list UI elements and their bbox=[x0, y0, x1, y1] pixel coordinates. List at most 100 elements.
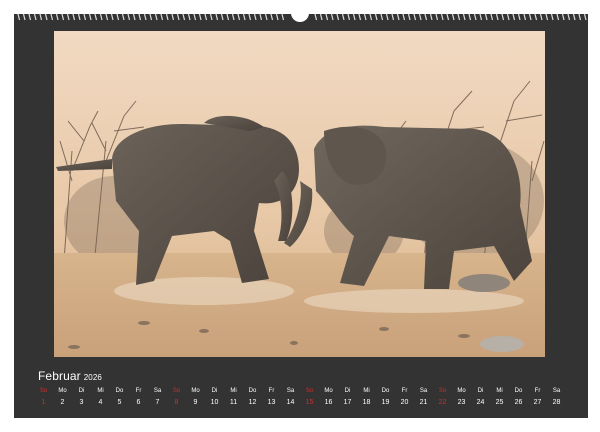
day-number: 12 bbox=[248, 399, 257, 406]
weekday-label: Mo bbox=[324, 388, 333, 394]
weekday-label: So bbox=[305, 388, 314, 394]
weekday-label: Fr bbox=[268, 388, 275, 394]
binding-loop bbox=[17, 14, 21, 21]
binding-loop bbox=[490, 14, 494, 21]
binding-loop bbox=[88, 14, 92, 21]
day-number: 19 bbox=[381, 399, 390, 406]
weekday-label: Mi bbox=[496, 388, 503, 394]
binding-loop bbox=[61, 14, 65, 21]
weekday-label: Mi bbox=[363, 388, 370, 394]
binding-loop bbox=[33, 14, 37, 21]
binding-loop bbox=[193, 14, 197, 21]
day-number: 4 bbox=[98, 399, 103, 406]
weekday-label: Mo bbox=[191, 388, 200, 394]
day-number: 20 bbox=[400, 399, 409, 406]
weekday-label: Fr bbox=[135, 388, 142, 394]
binding-loop bbox=[352, 14, 356, 21]
month-name: Februar bbox=[38, 369, 81, 383]
binding-loop bbox=[506, 14, 510, 21]
binding-loop bbox=[501, 14, 505, 21]
weekday-label: Fr bbox=[534, 388, 541, 394]
binding-loop bbox=[495, 14, 499, 21]
day-number: 14 bbox=[286, 399, 295, 406]
weekday-label: Mi bbox=[97, 388, 104, 394]
weekday-label: Do bbox=[248, 388, 257, 394]
day-number: 18 bbox=[362, 399, 371, 406]
weekday-label: So bbox=[172, 388, 181, 394]
binding-loop bbox=[83, 14, 87, 21]
binding-loop bbox=[369, 14, 373, 21]
binding-loop bbox=[440, 14, 444, 21]
day-number: 9 bbox=[193, 399, 198, 406]
binding-loop bbox=[264, 14, 268, 21]
weekday-label: Do bbox=[514, 388, 523, 394]
day-number: 11 bbox=[229, 399, 238, 406]
binding-loop bbox=[138, 14, 142, 21]
binding-loop bbox=[226, 14, 230, 21]
day-number: 25 bbox=[495, 399, 504, 406]
weekday-label: Di bbox=[78, 388, 85, 394]
weekday-label: Sa bbox=[286, 388, 295, 394]
binding-loop bbox=[556, 14, 560, 21]
binding-loop bbox=[484, 14, 488, 21]
weekday-label: Di bbox=[344, 388, 351, 394]
binding-loop bbox=[336, 14, 340, 21]
day-number: 27 bbox=[533, 399, 542, 406]
day-number: 6 bbox=[136, 399, 141, 406]
binding-loop bbox=[215, 14, 219, 21]
binding-loop bbox=[578, 14, 582, 21]
binding-loop bbox=[116, 14, 120, 21]
weekday-label: Di bbox=[211, 388, 218, 394]
binding-loop bbox=[567, 14, 571, 21]
binding-loop bbox=[407, 14, 411, 21]
weekday-label: Fr bbox=[401, 388, 408, 394]
binding-loop bbox=[66, 14, 70, 21]
binding-loop bbox=[253, 14, 257, 21]
day-number: 5 bbox=[117, 399, 122, 406]
binding-loop bbox=[391, 14, 395, 21]
weekday-label: So bbox=[39, 388, 48, 394]
binding-loop bbox=[528, 14, 532, 21]
day-number: 7 bbox=[155, 399, 160, 406]
binding-loop bbox=[374, 14, 378, 21]
binding-loop bbox=[110, 14, 114, 21]
year-label: 2026 bbox=[83, 373, 102, 382]
day-number: 17 bbox=[343, 399, 352, 406]
binding-loop bbox=[55, 14, 59, 21]
binding-loop bbox=[358, 14, 362, 21]
binding-loop bbox=[281, 14, 285, 21]
binding-loop bbox=[512, 14, 516, 21]
binding-loop bbox=[539, 14, 543, 21]
binding-loop bbox=[160, 14, 164, 21]
weekday-label: Do bbox=[381, 388, 390, 394]
binding-loop bbox=[402, 14, 406, 21]
binding-loop bbox=[50, 14, 54, 21]
binding-loop bbox=[231, 14, 235, 21]
binding-loop bbox=[77, 14, 81, 21]
day-number: 23 bbox=[457, 399, 466, 406]
day-number: 24 bbox=[476, 399, 485, 406]
binding-loop bbox=[248, 14, 252, 21]
binding-loop bbox=[473, 14, 477, 21]
binding-loop bbox=[105, 14, 109, 21]
binding-loop bbox=[187, 14, 191, 21]
day-number: 16 bbox=[324, 399, 333, 406]
binding-loop bbox=[380, 14, 384, 21]
binding-loop bbox=[319, 14, 323, 21]
weekday-label: Sa bbox=[153, 388, 162, 394]
binding-loop bbox=[154, 14, 158, 21]
binding-loop bbox=[204, 14, 208, 21]
binding-loop bbox=[242, 14, 246, 21]
binding-loop bbox=[523, 14, 527, 21]
elephant-photo bbox=[54, 31, 545, 357]
binding-loop bbox=[330, 14, 334, 21]
weekday-label: Di bbox=[477, 388, 484, 394]
binding-loop bbox=[385, 14, 389, 21]
day-number: 22 bbox=[438, 399, 447, 406]
binding-loop bbox=[363, 14, 367, 21]
binding-loop bbox=[39, 14, 43, 21]
day-number: 15 bbox=[305, 399, 314, 406]
binding-loop bbox=[237, 14, 241, 21]
binding-loop bbox=[132, 14, 136, 21]
weekday-label: Mo bbox=[457, 388, 466, 394]
